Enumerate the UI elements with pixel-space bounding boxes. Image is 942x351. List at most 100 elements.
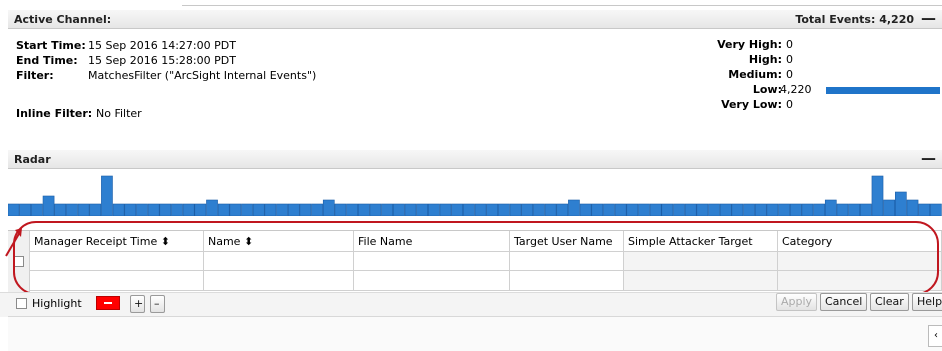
radar-bar[interactable] [778, 203, 790, 216]
radar-bar[interactable] [918, 203, 931, 216]
radar-bar[interactable] [439, 203, 452, 216]
radar-bar[interactable] [42, 195, 55, 216]
radar-bar[interactable] [206, 199, 218, 216]
apply-button[interactable]: Apply [776, 293, 818, 311]
radar-bar[interactable] [66, 203, 78, 216]
radar-bar[interactable] [789, 203, 802, 216]
radar-bar[interactable] [684, 203, 697, 216]
radar-bar[interactable] [824, 199, 837, 216]
radar-bar[interactable] [89, 203, 102, 216]
inline-filter-value: No Filter [96, 107, 142, 120]
radar-bar[interactable] [217, 203, 230, 216]
cancel-button[interactable]: Cancel [820, 293, 868, 311]
radar-bar[interactable] [346, 203, 358, 216]
radar-bar[interactable] [603, 203, 615, 216]
radar-bar[interactable] [509, 203, 522, 216]
radar-bar[interactable] [859, 203, 872, 216]
radar-bar[interactable] [276, 203, 288, 216]
scroll-left-icon[interactable]: ‹ [928, 325, 942, 347]
radar-bar[interactable] [673, 203, 685, 216]
radar-bar[interactable] [112, 203, 125, 216]
radar-bar[interactable] [322, 199, 335, 216]
radar-bar[interactable] [848, 203, 860, 216]
help-button[interactable]: Help [912, 293, 942, 311]
radar-bar[interactable] [708, 203, 720, 216]
radar-bar[interactable] [101, 175, 113, 216]
priority-label: Very High: [717, 38, 782, 51]
radar-bar[interactable] [649, 203, 662, 216]
radar-bar[interactable] [381, 203, 393, 216]
radar-bar[interactable] [19, 203, 32, 216]
radar-bar[interactable] [591, 203, 604, 216]
radar-bar[interactable] [31, 203, 43, 216]
radar-bar[interactable] [906, 199, 919, 216]
radar-bar[interactable] [731, 203, 744, 216]
priority-breakdown: Very High: 0 High: 0 Medium: 0 Low: 4,220 Very L… [650, 38, 942, 118]
radar-bar[interactable] [136, 203, 148, 216]
radar-bar[interactable] [229, 203, 242, 216]
radar-bar[interactable] [369, 203, 382, 216]
radar-bar[interactable] [743, 203, 755, 216]
priority-label: Low: [752, 83, 782, 96]
radar-bar[interactable] [451, 203, 464, 216]
highlight-color-swatch[interactable] [96, 296, 120, 310]
remove-highlight-button[interactable]: – [150, 295, 165, 313]
radar-bar[interactable] [357, 203, 370, 216]
radar-bar[interactable] [883, 199, 896, 216]
radar-bar[interactable] [801, 203, 814, 216]
radar-bar[interactable] [8, 203, 20, 216]
add-highlight-button[interactable]: + [130, 295, 145, 313]
radar-bar[interactable] [498, 203, 510, 216]
radar-bar[interactable] [264, 203, 277, 216]
radar-bar[interactable] [299, 203, 312, 216]
radar-bar[interactable] [194, 203, 207, 216]
highlight-checkbox[interactable] [16, 298, 27, 309]
radar-bar[interactable] [54, 203, 67, 216]
radar-bar[interactable] [334, 203, 347, 216]
radar-bar[interactable] [427, 203, 440, 216]
radar-bar[interactable] [171, 203, 183, 216]
radar-bar[interactable] [836, 203, 849, 216]
radar-bar[interactable] [521, 203, 534, 216]
radar-bar[interactable] [159, 203, 172, 216]
priority-label: Medium: [728, 68, 782, 81]
active-channel-collapse-button[interactable]: — [921, 9, 936, 27]
radar-bar[interactable] [404, 203, 417, 216]
radar-histogram[interactable] [8, 172, 942, 216]
radar-bar[interactable] [252, 203, 265, 216]
radar-bar[interactable] [638, 203, 650, 216]
radar-bar[interactable] [147, 203, 160, 216]
radar-bar[interactable] [813, 203, 825, 216]
annotation-oval [13, 221, 939, 295]
radar-bar[interactable] [77, 203, 90, 216]
radar-bar[interactable] [894, 191, 907, 216]
radar-bar[interactable] [871, 175, 884, 216]
radar-bar[interactable] [614, 203, 627, 216]
radar-bar[interactable] [311, 203, 323, 216]
radar-bar[interactable] [544, 203, 557, 216]
radar-bar[interactable] [719, 203, 732, 216]
radar-bar[interactable] [474, 203, 487, 216]
radar-bar[interactable] [392, 203, 405, 216]
radar-bar[interactable] [626, 203, 639, 216]
radar-bar[interactable] [766, 203, 779, 216]
radar-bar[interactable] [696, 203, 709, 216]
radar-bar[interactable] [754, 203, 767, 216]
radar-bar[interactable] [416, 203, 429, 216]
radar-bar[interactable] [568, 199, 580, 216]
clear-button[interactable]: Clear [870, 293, 909, 311]
radar-bar[interactable] [486, 203, 499, 216]
priority-value: 4,220 [780, 83, 812, 96]
radar-bar[interactable] [287, 203, 300, 216]
radar-collapse-button[interactable]: — [921, 149, 936, 167]
radar-bar[interactable] [533, 203, 545, 216]
radar-bar[interactable] [463, 203, 475, 216]
radar-bar[interactable] [241, 203, 253, 216]
radar-bar[interactable] [124, 203, 137, 216]
radar-bar[interactable] [182, 203, 195, 216]
radar-bar[interactable] [930, 203, 942, 216]
priority-label: Very Low: [721, 98, 782, 111]
radar-bar[interactable] [556, 203, 569, 216]
radar-bar[interactable] [661, 203, 674, 216]
radar-bar[interactable] [579, 203, 592, 216]
